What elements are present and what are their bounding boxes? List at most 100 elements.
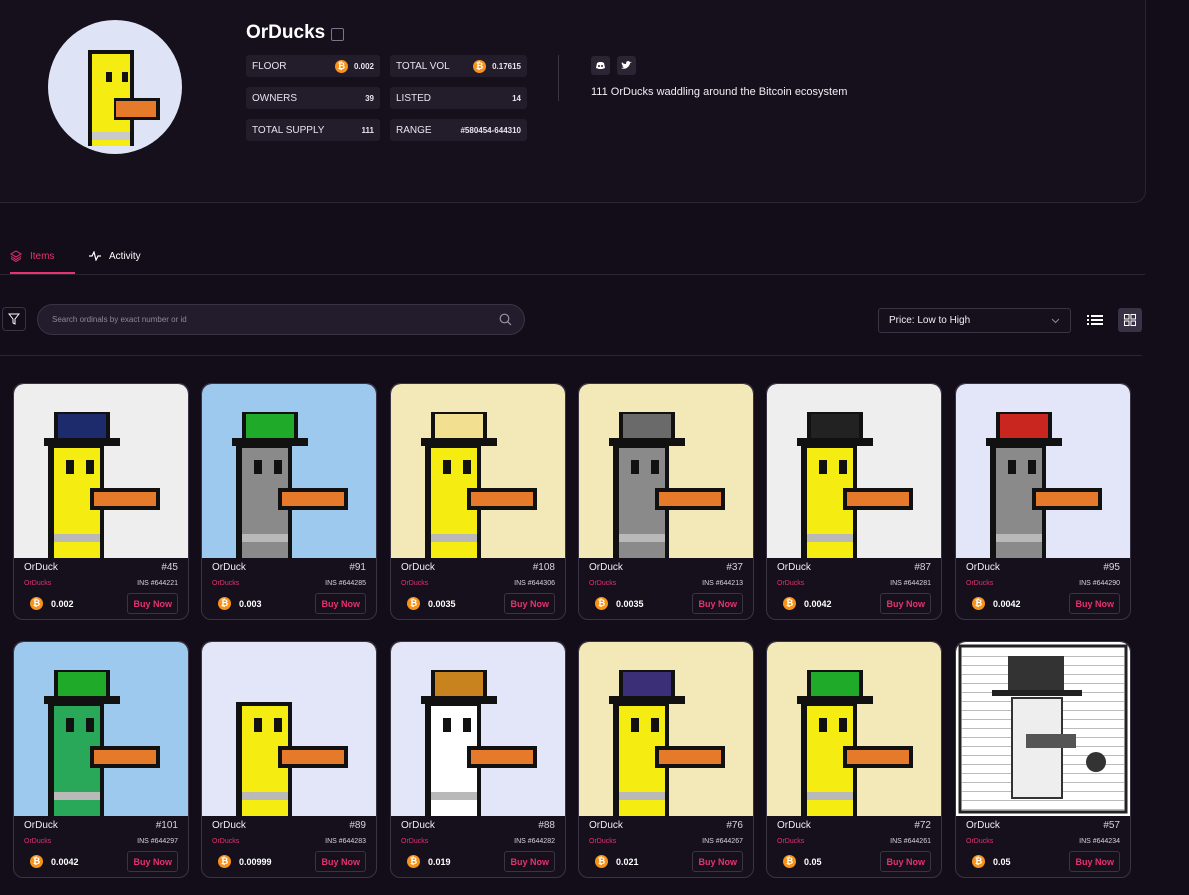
copy-icon[interactable]	[331, 27, 345, 41]
item-card[interactable]: OrDuck #37 OrDucks INS #644213 ₿ 0.0035 Buy No…	[578, 383, 754, 620]
item-image[interactable]	[579, 642, 753, 816]
bitcoin-icon: ₿	[972, 597, 985, 610]
buy-now-button[interactable]: Buy Now	[127, 851, 178, 872]
item-collection[interactable]: OrDucks	[24, 838, 51, 845]
buy-now-button[interactable]: Buy Now	[880, 851, 931, 872]
buy-now-button[interactable]: Buy Now	[504, 593, 555, 614]
bitcoin-icon: ₿	[972, 855, 985, 868]
item-number: #76	[726, 820, 743, 831]
item-collection[interactable]: OrDucks	[966, 838, 993, 845]
bitcoin-icon: ₿	[30, 855, 43, 868]
item-price-value: 0.0042	[51, 856, 79, 867]
item-card[interactable]: OrDuck #89 OrDucks INS #644283 ₿ 0.00999 Buy N…	[201, 641, 377, 878]
item-image[interactable]	[579, 384, 753, 558]
list-view-button[interactable]	[1083, 308, 1107, 332]
bitcoin-icon: ₿	[473, 59, 487, 73]
item-card[interactable]: OrDuck #88 OrDucks INS #644282 ₿ 0.019 Buy Now	[390, 641, 566, 878]
item-image[interactable]	[14, 642, 188, 816]
item-inscription: INS #644282	[514, 838, 555, 845]
bitcoin-icon: ₿	[218, 597, 231, 610]
tab-items[interactable]: Items	[10, 240, 75, 274]
item-name: OrDuck	[24, 820, 58, 831]
stat-value: 39	[365, 93, 374, 103]
sort-value: Price: Low to High	[889, 315, 971, 326]
item-collection[interactable]: OrDucks	[401, 580, 428, 587]
item-image[interactable]	[391, 642, 565, 816]
grid-view-button[interactable]	[1118, 308, 1142, 332]
item-collection[interactable]: OrDucks	[24, 580, 51, 587]
item-name: OrDuck	[212, 562, 246, 573]
item-card[interactable]: OrDuck #101 OrDucks INS #644297 ₿ 0.0042 Buy N…	[13, 641, 189, 878]
sort-select[interactable]: Price: Low to High	[878, 308, 1071, 333]
item-price: ₿ 0.05	[972, 855, 1011, 868]
stat-total-vol: TOTAL VOL ₿ 0.17615	[390, 55, 527, 77]
buy-now-button[interactable]: Buy Now	[504, 851, 555, 872]
buy-now-button[interactable]: Buy Now	[692, 851, 743, 872]
item-card[interactable]: OrDuck #95 OrDucks INS #644290 ₿ 0.0042 Buy No…	[955, 383, 1131, 620]
buy-now-button[interactable]: Buy Now	[692, 593, 743, 614]
item-price-value: 0.0042	[993, 598, 1021, 609]
twitter-icon[interactable]	[617, 56, 636, 75]
buy-now-button[interactable]: Buy Now	[127, 593, 178, 614]
item-collection[interactable]: OrDucks	[777, 580, 804, 587]
item-card[interactable]: OrDuck #76 OrDucks INS #644267 ₿ 0.021 Buy Now	[578, 641, 754, 878]
item-collection[interactable]: OrDucks	[589, 580, 616, 587]
item-price: ₿ 0.0035	[407, 597, 456, 610]
tab-activity[interactable]: Activity	[89, 240, 141, 272]
item-price: ₿ 0.0042	[30, 855, 79, 868]
buy-now-button[interactable]: Buy Now	[1069, 593, 1120, 614]
stat-value-wrap: 111	[362, 126, 374, 135]
item-image[interactable]	[202, 642, 376, 816]
item-image[interactable]	[202, 384, 376, 558]
item-collection[interactable]: OrDucks	[777, 838, 804, 845]
item-price: ₿ 0.003	[218, 597, 262, 610]
discord-icon[interactable]	[591, 56, 610, 75]
item-image[interactable]	[956, 384, 1130, 558]
toolbar-divider	[0, 355, 1142, 356]
bitcoin-icon: ₿	[334, 59, 348, 73]
stat-value: #580454-644310	[460, 125, 521, 135]
item-inscription: INS #644297	[137, 838, 178, 845]
item-inscription: INS #644283	[325, 838, 366, 845]
item-collection[interactable]: OrDucks	[589, 838, 616, 845]
search-input[interactable]	[50, 314, 499, 325]
stat-value-wrap: ₿ 0.002	[334, 59, 374, 73]
item-collection[interactable]: OrDucks	[966, 580, 993, 587]
buy-now-button[interactable]: Buy Now	[315, 593, 366, 614]
activity-icon	[89, 251, 101, 261]
collection-header: OrDucks FLOOR ₿ 0.002 TOTAL VOL ₿ 0.17615 OWNE…	[0, 0, 1146, 203]
item-card[interactable]: OrDuck #45 OrDucks INS #644221 ₿ 0.002 Buy Now	[13, 383, 189, 620]
buy-now-button[interactable]: Buy Now	[880, 593, 931, 614]
item-image[interactable]	[391, 384, 565, 558]
stat-listed: LISTED 14	[390, 87, 527, 109]
stat-label: LISTED	[396, 92, 432, 104]
item-image[interactable]	[767, 384, 941, 558]
buy-now-button[interactable]: Buy Now	[1069, 851, 1120, 872]
filter-button[interactable]	[2, 307, 26, 331]
item-name: OrDuck	[212, 820, 246, 831]
item-inscription: INS #644234	[1079, 838, 1120, 845]
item-collection[interactable]: OrDucks	[401, 838, 428, 845]
item-card[interactable]: OrDuck #72 OrDucks INS #644261 ₿ 0.05 Buy Now	[766, 641, 942, 878]
item-image[interactable]	[956, 642, 1130, 816]
stat-value-wrap: #580454-644310	[460, 126, 521, 135]
search-icon[interactable]	[499, 313, 512, 326]
item-number: #57	[1103, 820, 1120, 831]
item-card[interactable]: OrDuck #57 OrDucks INS #644234 ₿ 0.05 Buy Now	[955, 641, 1131, 878]
item-image[interactable]	[14, 384, 188, 558]
item-image[interactable]	[767, 642, 941, 816]
buy-now-button[interactable]: Buy Now	[315, 851, 366, 872]
bitcoin-icon: ₿	[595, 597, 608, 610]
item-price: ₿ 0.0042	[783, 597, 832, 610]
item-card[interactable]: OrDuck #108 OrDucks INS #644306 ₿ 0.0035 Buy N…	[390, 383, 566, 620]
item-inscription: INS #644267	[702, 838, 743, 845]
item-collection[interactable]: OrDucks	[212, 838, 239, 845]
item-number: #72	[914, 820, 931, 831]
item-price: ₿ 0.019	[407, 855, 451, 868]
item-name: OrDuck	[777, 820, 811, 831]
item-card[interactable]: OrDuck #91 OrDucks INS #644285 ₿ 0.003 Buy Now	[201, 383, 377, 620]
item-price: ₿ 0.05	[783, 855, 822, 868]
item-card[interactable]: OrDuck #87 OrDucks INS #644281 ₿ 0.0042 Buy No…	[766, 383, 942, 620]
item-price-value: 0.002	[51, 598, 74, 609]
item-collection[interactable]: OrDucks	[212, 580, 239, 587]
